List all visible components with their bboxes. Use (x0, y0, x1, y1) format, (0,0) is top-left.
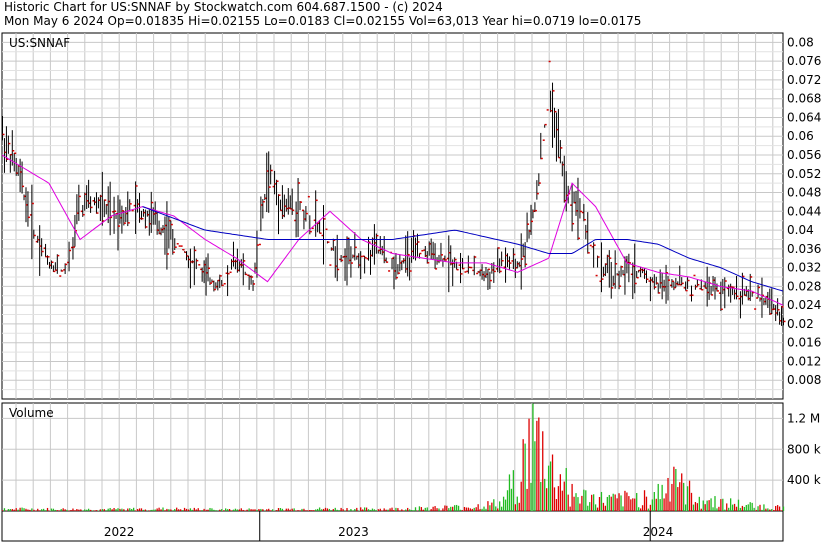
volume-panel-title: Volume (9, 406, 54, 420)
price-panel-title: US:SNNAF (9, 36, 70, 50)
price-tick-label: 0.036 (787, 242, 821, 256)
price-tick-label: 0.028 (787, 279, 821, 293)
price-tick-label: 0.076 (787, 54, 821, 68)
price-tick-label: 0.052 (787, 167, 821, 181)
price-tick-label: 0.072 (787, 73, 821, 87)
volume-tick-label: 1.2 M (787, 411, 820, 425)
price-tick-label: 0.048 (787, 186, 821, 200)
volume-tick-label: 800 k (787, 442, 821, 456)
price-tick-label: 0.008 (787, 373, 821, 387)
price-tick-label: 0.06 (787, 129, 814, 143)
price-tick-label: 0.04 (787, 223, 814, 237)
year-label: 2022 (104, 525, 135, 539)
price-tick-label: 0.064 (787, 110, 821, 124)
price-tick-label: 0.032 (787, 261, 821, 275)
price-tick-label: 0.012 (787, 354, 821, 368)
price-tick-label: 0.044 (787, 204, 821, 218)
price-tick-label: 0.056 (787, 148, 821, 162)
volume-axis-ticks: 1.2 M 800 k 400 k (787, 411, 821, 487)
price-tick-label: 0.068 (787, 92, 821, 106)
price-tick-label: 0.024 (787, 298, 821, 312)
year-label: 2023 (338, 525, 369, 539)
year-label: 2024 (643, 525, 674, 539)
volume-tick-label: 400 k (787, 473, 821, 487)
price-tick-label: 0.08 (787, 35, 814, 49)
price-tick-label: 0.016 (787, 336, 821, 350)
price-tick-label: 0.02 (787, 317, 814, 331)
stock-chart: 0.08 0.076 0.072 0.068 0.064 0.06 0.056 0.052 0.… (1, 32, 821, 542)
price-axis-ticks: 0.08 0.076 0.072 0.068 0.064 0.06 0.056 0.052 0.… (787, 35, 821, 387)
